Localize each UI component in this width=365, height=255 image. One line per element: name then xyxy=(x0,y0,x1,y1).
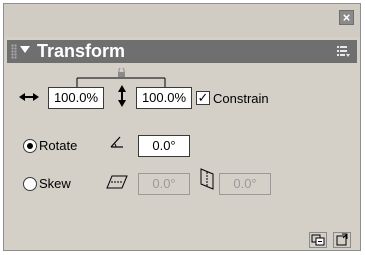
rotate-radio[interactable] xyxy=(23,139,37,153)
rotate-input[interactable]: 0.0° xyxy=(138,135,190,157)
width-scale-input[interactable]: 100.0% xyxy=(48,87,104,109)
panel-title-bar[interactable]: Transform xyxy=(7,40,357,63)
close-button[interactable]: × xyxy=(339,10,354,25)
skew-vertical-icon xyxy=(200,168,214,190)
panel-title: Transform xyxy=(37,41,126,61)
close-icon: × xyxy=(342,10,351,25)
panel-body: 100.0% 100.0% ✓ Constrain Rotate 0.0° Sk… xyxy=(7,63,357,248)
skew-horizontal-input[interactable]: 0.0° xyxy=(138,173,190,195)
skew-horizontal-icon xyxy=(106,175,128,189)
panel-top-bar: × xyxy=(4,4,360,37)
rotate-label: Rotate xyxy=(39,138,78,153)
reset-transform-icon xyxy=(336,233,348,246)
horizontal-scale-icon xyxy=(19,93,39,101)
transform-panel-window: × Transform 100.0% 100.0% ✓ Constrain Ro… xyxy=(3,3,361,251)
rotate-angle-icon xyxy=(110,136,123,148)
skew-vertical-input[interactable]: 0.0° xyxy=(219,173,271,195)
constrain-label: Constrain xyxy=(213,91,269,106)
triangle-down-icon[interactable] xyxy=(20,46,30,53)
copy-and-apply-transform-button[interactable] xyxy=(309,232,327,248)
vertical-scale-icon xyxy=(118,85,126,107)
skew-radio[interactable] xyxy=(23,177,37,191)
reset-transform-button[interactable] xyxy=(333,232,351,248)
grip-icon[interactable] xyxy=(11,44,17,59)
copy-and-apply-transform-icon xyxy=(311,234,325,246)
height-scale-input[interactable]: 100.0% xyxy=(136,87,192,109)
constrain-checkbox[interactable]: ✓ xyxy=(196,91,210,105)
panel-options-icon[interactable] xyxy=(337,45,351,58)
skew-label: Skew xyxy=(39,176,71,191)
